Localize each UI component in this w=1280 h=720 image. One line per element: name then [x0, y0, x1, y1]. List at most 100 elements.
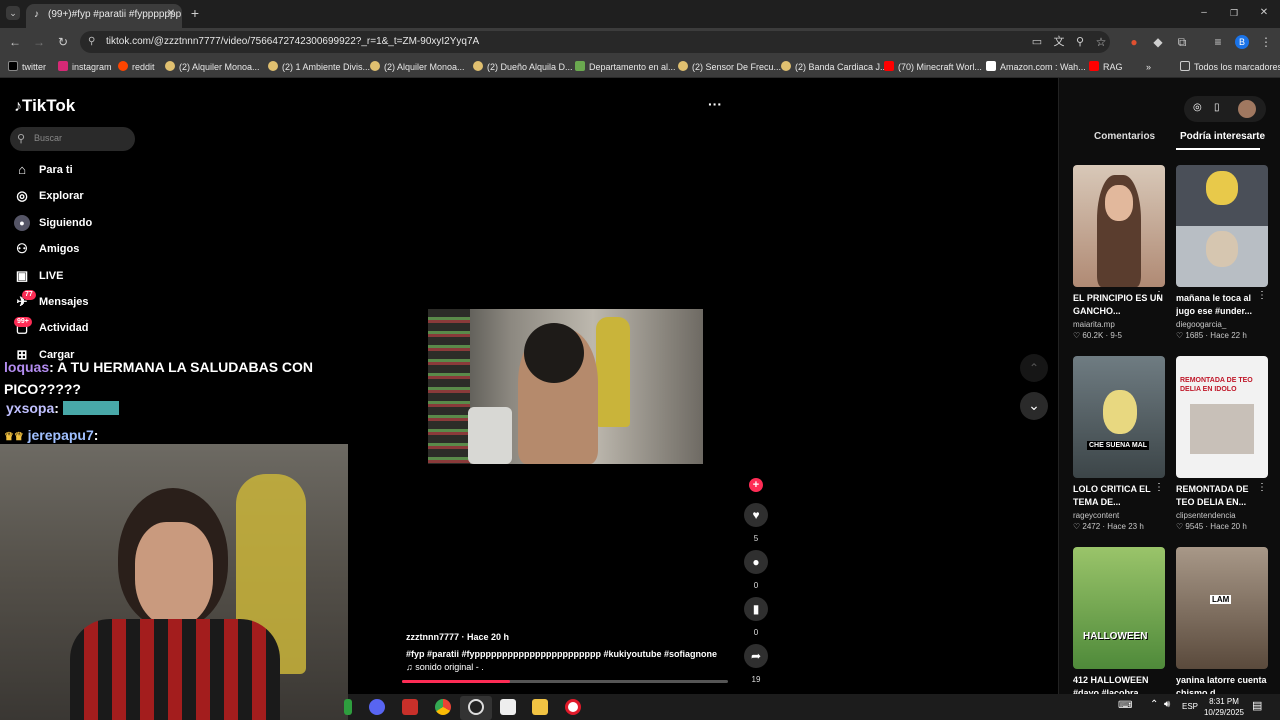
profile-avatar[interactable]: B — [1235, 35, 1249, 49]
bookmark-item[interactable]: (2) Sensor De Frecu... — [678, 56, 781, 78]
video-player[interactable] — [428, 309, 703, 464]
card-more-icon[interactable]: ⋮ — [1257, 290, 1267, 301]
reload-icon[interactable]: ↻ — [56, 35, 70, 49]
avatar[interactable] — [1238, 100, 1256, 118]
nav-amigos[interactable]: ⚇ Amigos — [14, 239, 79, 259]
all-bookmarks[interactable]: Todos los marcadores — [1180, 56, 1280, 78]
bookmark-item[interactable]: (2) Alquiler Monoa... — [370, 56, 465, 78]
card-more-icon[interactable]: ⋮ — [1257, 482, 1267, 493]
bookmark-item[interactable]: (70) Minecraft Worl... — [884, 56, 982, 78]
minimize-icon[interactable]: – — [1198, 6, 1210, 20]
reading-list-icon[interactable]: ≡ — [1211, 35, 1225, 49]
nav-actividad[interactable]: ▢ 99+ Actividad — [14, 317, 89, 338]
bookmarks-overflow-icon[interactable]: » — [1146, 56, 1151, 78]
more-options-icon[interactable]: ··· — [706, 96, 724, 112]
discord-icon[interactable] — [369, 699, 385, 715]
comment-button[interactable]: ● — [744, 550, 768, 574]
menu-icon[interactable]: ⋮ — [1260, 35, 1272, 49]
volume-icon[interactable]: 🔊︎ — [1164, 699, 1170, 710]
bookmark-instagram[interactable]: instagram — [58, 56, 112, 78]
file-explorer-icon[interactable] — [532, 699, 548, 715]
bookmark-item[interactable]: Amazon.com : Wah... — [986, 56, 1086, 78]
device-icon[interactable]: ▯ — [1214, 102, 1220, 113]
suggested-video[interactable]: CHE SUENA MAL LOLO CRITICA EL TEMA DE...… — [1073, 356, 1165, 531]
card-more-icon[interactable]: ⋮ — [1154, 290, 1164, 301]
thumbnail-image — [1190, 404, 1254, 454]
suggestion-author: maiarita.mp — [1073, 320, 1115, 329]
share-button[interactable]: ➦ — [744, 644, 768, 668]
nav-para-ti[interactable]: ⌂ Para ti — [14, 160, 73, 180]
save-button[interactable]: ▮ — [744, 597, 768, 621]
install-app-icon[interactable]: ▭ — [1030, 35, 1044, 49]
url-text: tiktok.com/@zzztnnn7777/video/7566472742… — [106, 36, 480, 47]
capcut-icon[interactable] — [500, 699, 516, 715]
suggested-video[interactable]: REMONTADA DE TEO DELIA EN IDOLO REMONTAD… — [1176, 356, 1268, 531]
new-tab-icon[interactable]: + — [188, 6, 202, 20]
bookmark-twitter[interactable]: twitter — [8, 56, 46, 78]
extension-red-icon[interactable]: ● — [1127, 35, 1141, 49]
address-bar[interactable]: ⚲ tiktok.com/@zzztnnn7777/video/75664727… — [80, 31, 1110, 53]
compass-icon[interactable]: ◎ — [1193, 102, 1202, 113]
forward-icon[interactable]: → — [32, 35, 46, 49]
bookmark-item[interactable]: RAG — [1089, 56, 1123, 78]
search-bar[interactable]: ⚲ Buscar — [10, 127, 135, 151]
video-author[interactable]: zzztnnn7777 · Hace 20 h — [406, 632, 509, 642]
tab-comentarios[interactable]: Comentarios — [1094, 131, 1155, 142]
suggestion-title: REMONTADA DE TEO DELIA EN... — [1176, 484, 1249, 507]
messages-badge: 77 — [22, 290, 36, 300]
opera-icon[interactable] — [565, 699, 581, 715]
window-close-icon[interactable]: ✕ — [1258, 6, 1270, 20]
prev-video-button[interactable]: ⌃ — [1020, 354, 1048, 382]
keyboard-icon[interactable]: ⌨ — [1118, 700, 1132, 711]
translate-icon[interactable]: 文 — [1052, 35, 1066, 49]
bookmark-item[interactable]: Departamento en al... — [575, 56, 676, 78]
video-progress-track[interactable] — [402, 680, 728, 683]
marketplace-icon — [370, 61, 380, 71]
zoom-icon[interactable]: ⚲ — [1073, 35, 1087, 49]
close-tab-icon[interactable]: ✕ — [166, 7, 176, 21]
video-thumbnail — [1176, 165, 1268, 287]
nav-siguiendo[interactable]: ● Siguiendo — [14, 213, 92, 233]
nav-mensajes[interactable]: ✈ 77 Mensajes — [14, 290, 89, 312]
marketplace-icon — [473, 61, 483, 71]
video-thumbnail — [1073, 165, 1165, 287]
tab-list-icon[interactable]: ⌄ — [6, 6, 20, 20]
tray-chevron-icon[interactable]: ⌃ — [1150, 699, 1158, 710]
nav-explorar[interactable]: ◎ Explorar — [14, 186, 83, 206]
browser-tab[interactable]: ♪ (99+)#fyp #paratii #fyppppppp — [26, 4, 182, 28]
suggested-video[interactable]: mañana le toca al jugo ese #under... die… — [1176, 165, 1268, 340]
like-button[interactable]: ♥ — [744, 503, 768, 527]
bookmark-item[interactable]: (2) 1 Ambiente Divis... — [268, 56, 370, 78]
video-hashtags[interactable]: #fyp #paratii #fyppppppppppppppppppppppp… — [406, 649, 717, 659]
bookmark-item[interactable]: (2) Banda Cardiaca J... — [781, 56, 888, 78]
site-info-icon[interactable]: ⚲ — [88, 31, 95, 53]
tab-podria-interesarte[interactable]: Podría interesarte — [1180, 131, 1265, 142]
bookmark-item[interactable]: (2) Dueño Alquila D... — [473, 56, 573, 78]
follow-plus-button[interactable]: + — [749, 478, 763, 492]
bookmark-item[interactable]: (2) Alquiler Monoa... — [165, 56, 260, 78]
chrome-icon[interactable] — [435, 699, 451, 715]
extensions-puzzle-icon[interactable]: ⧉ — [1175, 35, 1189, 49]
card-more-icon[interactable]: ⋮ — [1154, 482, 1164, 493]
voicemeeter-icon[interactable] — [402, 699, 418, 715]
bookmark-star-icon[interactable]: ☆ — [1094, 35, 1108, 49]
nav-live[interactable]: ▣ LIVE — [14, 266, 64, 286]
thumbnail-caption: CHE SUENA MAL — [1087, 441, 1150, 450]
extension-icon[interactable]: ◆ — [1151, 35, 1165, 49]
maximize-icon[interactable]: ❐ — [1228, 6, 1240, 20]
active-tab-indicator — [1176, 148, 1260, 150]
suggested-video[interactable]: HALLOWEEN 412 HALLOWEEN #dayo #lacobra..… — [1073, 547, 1165, 700]
suggested-video[interactable]: LAM yanina latorre cuenta chismo d... — [1176, 547, 1268, 700]
obs-icon[interactable] — [468, 699, 484, 715]
chat-message: loquas: A TU HERMANA LA SALUDABAS CON PI… — [4, 356, 324, 400]
bookmark-reddit[interactable]: reddit — [118, 56, 155, 78]
input-language[interactable]: ESP — [1182, 702, 1198, 711]
video-sound[interactable]: ♫ sonido original - . — [406, 662, 484, 672]
tiktok-logo[interactable]: ♪TikTok — [14, 96, 75, 117]
next-video-button[interactable]: ⌄ — [1020, 392, 1048, 420]
app-icon[interactable] — [344, 699, 352, 715]
suggested-video[interactable]: EL PRINCIPIO ES UN GANCHO... maiarita.mp… — [1073, 165, 1165, 340]
clock[interactable]: 8:31 PM 10/29/2025 — [1202, 696, 1246, 718]
back-icon[interactable]: ← — [8, 35, 22, 49]
notification-icon[interactable]: ▤ — [1252, 699, 1262, 712]
